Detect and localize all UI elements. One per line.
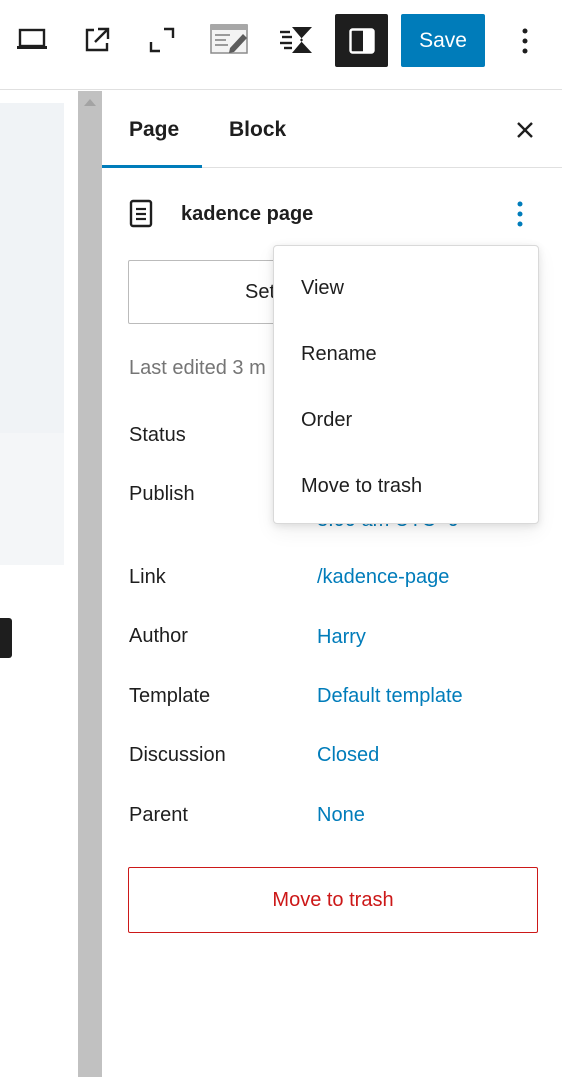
- close-icon[interactable]: [510, 115, 540, 145]
- canvas-block[interactable]: [0, 433, 64, 565]
- author-value[interactable]: Harry: [317, 626, 366, 649]
- publish-label: Publish: [129, 483, 195, 505]
- template-label: Template: [129, 685, 211, 707]
- status-label: Status: [129, 424, 186, 446]
- external-link-icon[interactable]: [69, 12, 125, 68]
- more-vertical-icon[interactable]: [505, 14, 545, 67]
- discussion-label: Discussion: [129, 744, 226, 766]
- discussion-value[interactable]: Closed: [317, 744, 379, 767]
- canvas-block[interactable]: [0, 103, 64, 433]
- link-value[interactable]: /kadence-page: [317, 566, 449, 589]
- active-tab-indicator: [102, 165, 202, 168]
- block-drag-handle[interactable]: [0, 618, 12, 658]
- kadence-icon[interactable]: [268, 12, 324, 68]
- menu-item-view[interactable]: View: [274, 258, 540, 318]
- fullscreen-icon[interactable]: [134, 12, 190, 68]
- last-edited-text: Last edited 3 m: [129, 357, 266, 379]
- document-actions-menu: View Rename Order Move to trash: [273, 245, 539, 524]
- tab-page[interactable]: Page: [129, 91, 179, 168]
- author-label: Author: [129, 625, 188, 647]
- sidebar-toggle-icon[interactable]: [335, 14, 388, 67]
- menu-item-rename[interactable]: Rename: [274, 324, 540, 384]
- template-value[interactable]: Default template: [317, 685, 463, 708]
- editor-toolbar: Save: [0, 0, 562, 90]
- tab-block[interactable]: Block: [229, 91, 286, 168]
- menu-item-move-to-trash[interactable]: Move to trash: [274, 456, 540, 516]
- save-button[interactable]: Save: [401, 14, 485, 67]
- desktop-preview-icon[interactable]: [4, 12, 60, 68]
- scrollbar[interactable]: [78, 91, 102, 1077]
- document-title: kadence page: [181, 202, 314, 225]
- code-editor-icon[interactable]: [202, 12, 258, 68]
- page-icon: [129, 197, 167, 231]
- editor-canvas[interactable]: [0, 91, 78, 1077]
- settings-sidebar: Page Block kadence page Set Last edited …: [102, 91, 562, 1077]
- menu-item-order[interactable]: Order: [274, 390, 540, 450]
- parent-value[interactable]: None: [317, 804, 365, 827]
- document-header: kadence page: [129, 197, 539, 231]
- document-actions-icon[interactable]: [505, 197, 535, 231]
- parent-label: Parent: [129, 804, 188, 826]
- sidebar-tabs: Page Block: [102, 91, 562, 168]
- link-label: Link: [129, 566, 166, 588]
- move-to-trash-button[interactable]: Move to trash: [128, 867, 538, 933]
- scroll-up-arrow-icon[interactable]: [84, 99, 96, 106]
